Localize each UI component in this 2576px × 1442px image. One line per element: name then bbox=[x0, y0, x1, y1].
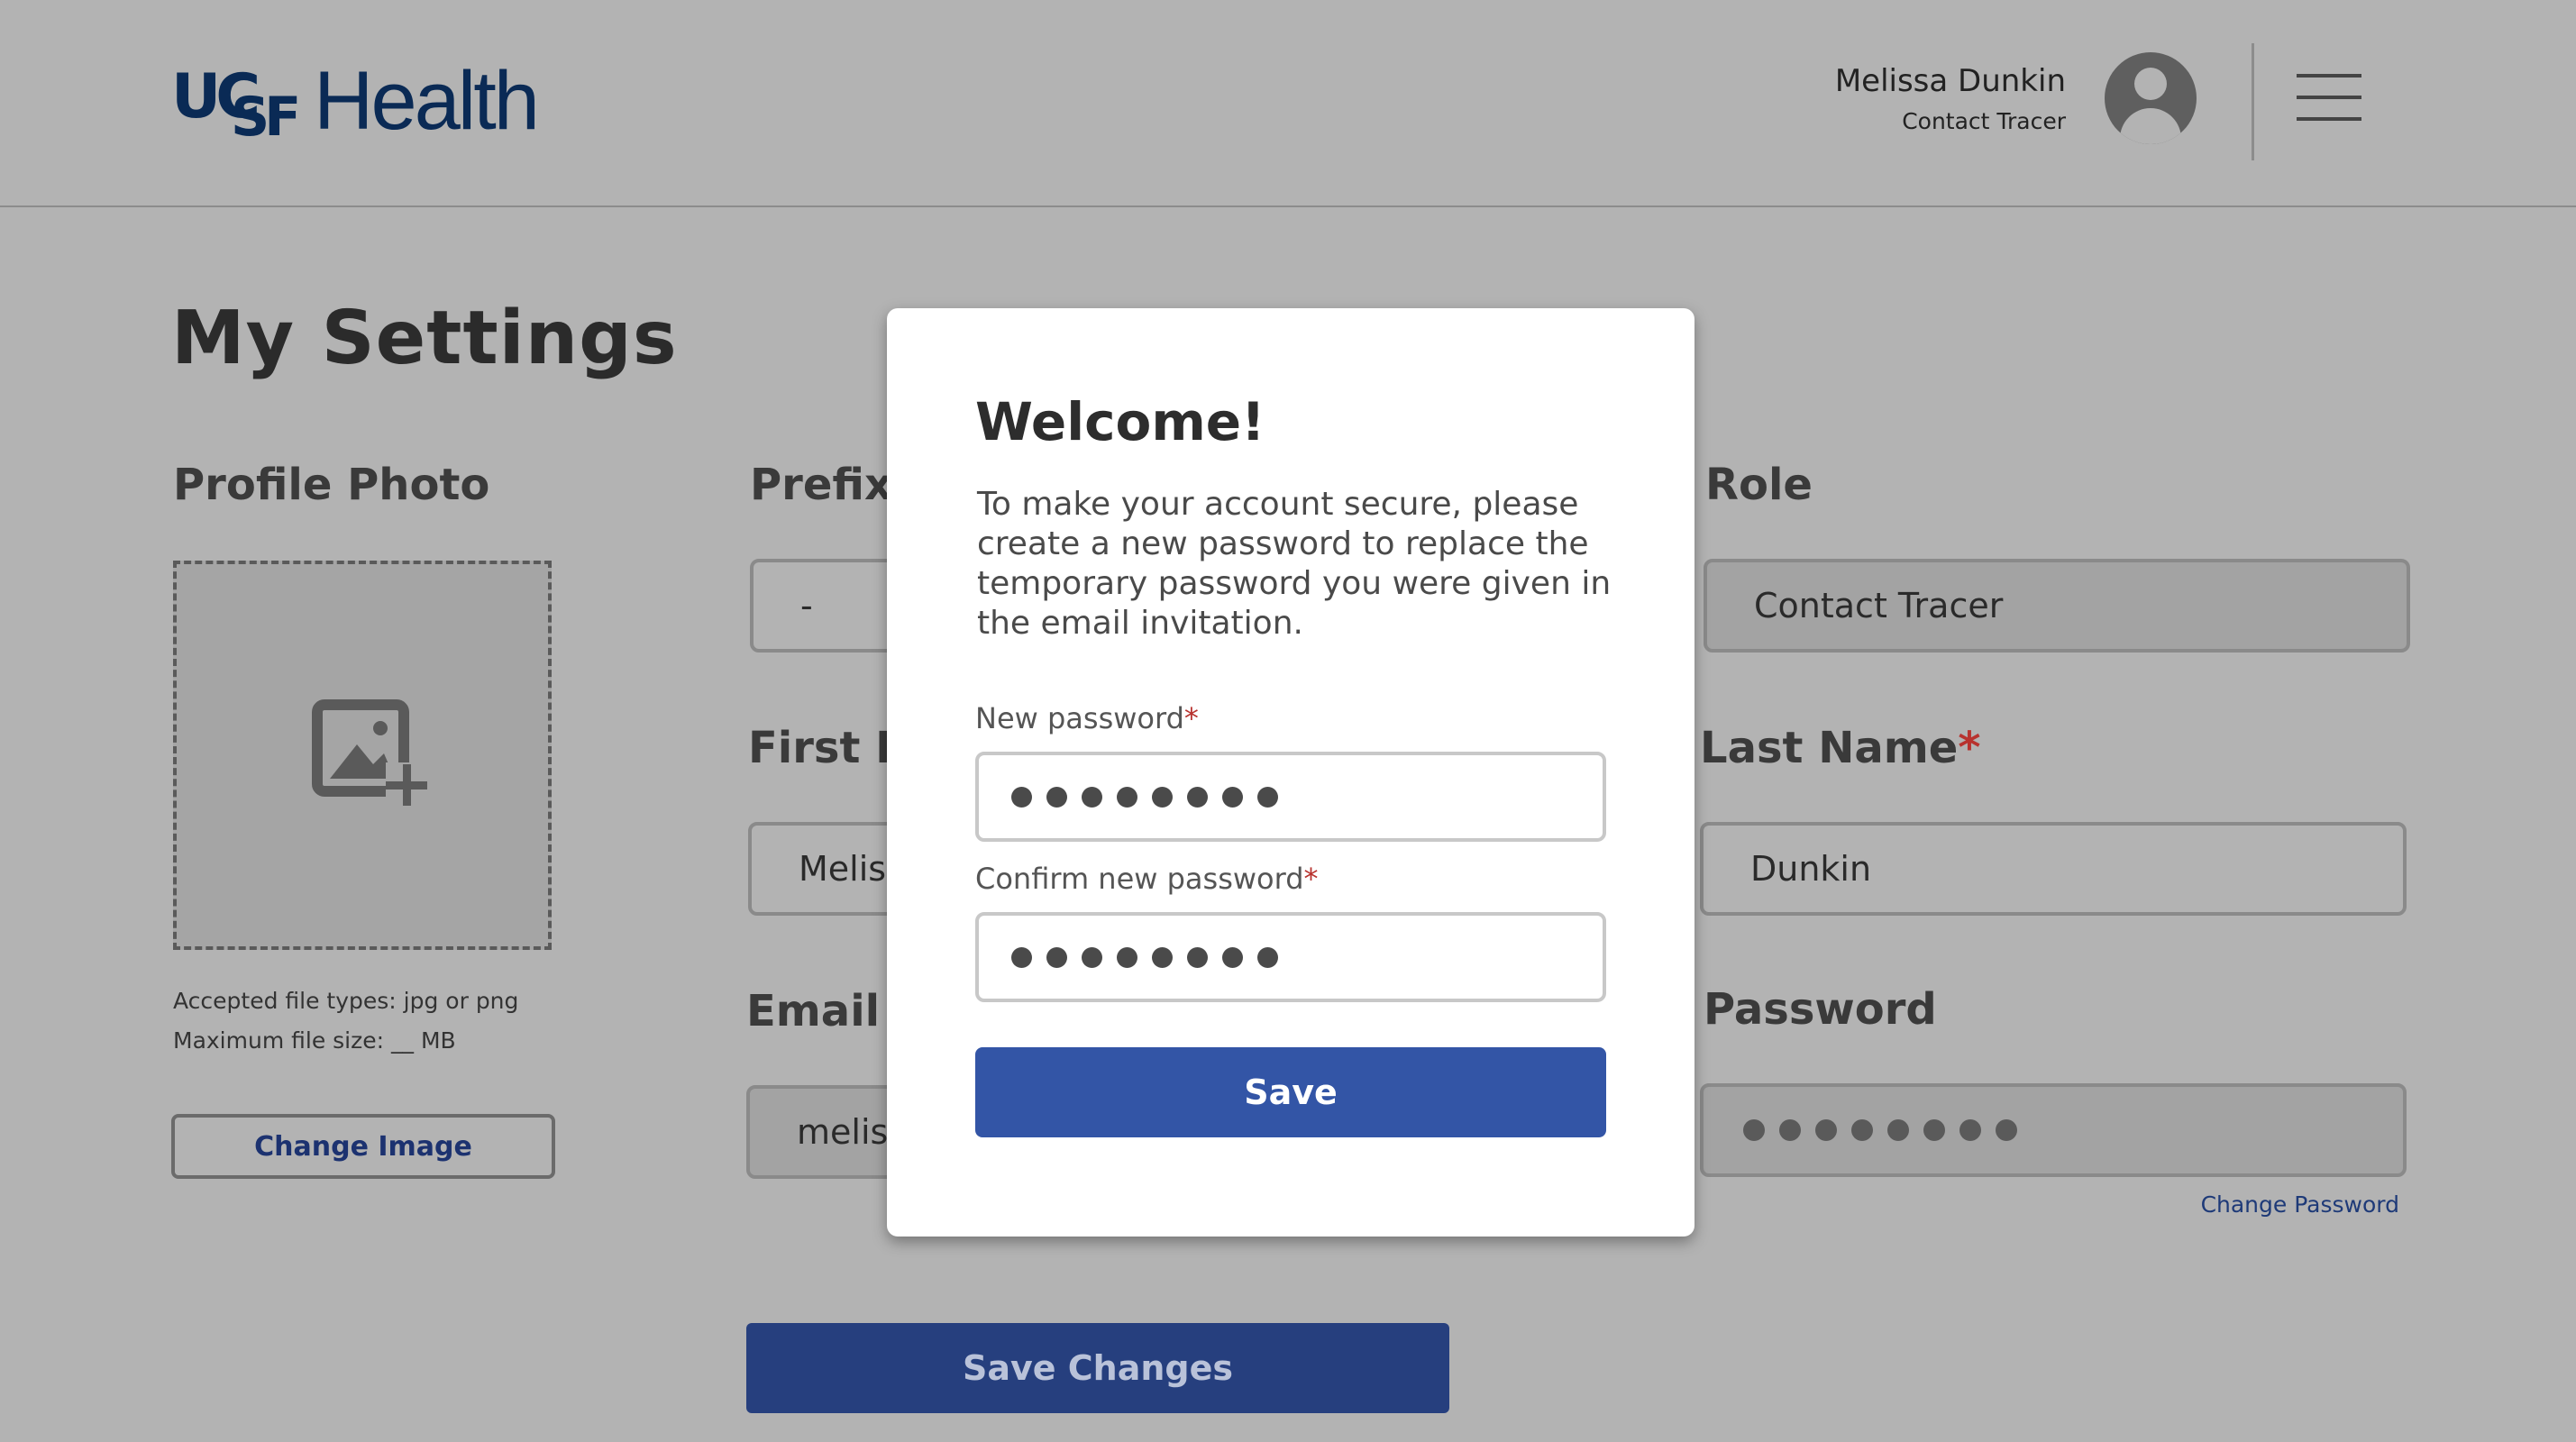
add-image-icon bbox=[312, 699, 427, 806]
new-password-label-text: New password bbox=[975, 701, 1184, 735]
role-input: Contact Tracer bbox=[1704, 559, 2410, 653]
password-dot bbox=[1887, 1119, 1909, 1141]
confirm-password-dots bbox=[1011, 946, 1278, 968]
accepted-file-types-text: Accepted file types: jpg or png bbox=[173, 988, 519, 1014]
logo-mark: UC SF bbox=[171, 61, 306, 149]
password-dot bbox=[1117, 946, 1137, 968]
password-dot bbox=[1959, 1119, 1981, 1141]
welcome-modal: Welcome! To make your account secure, pl… bbox=[887, 308, 1694, 1237]
modal-body-text: To make your account secure, please crea… bbox=[977, 486, 1612, 642]
role-label: Role bbox=[1705, 460, 1813, 510]
change-image-button[interactable]: Change Image bbox=[171, 1114, 555, 1179]
password-dot bbox=[1222, 786, 1243, 808]
password-dots bbox=[1743, 1119, 2017, 1141]
header-divider bbox=[2252, 43, 2254, 160]
password-dot bbox=[1779, 1119, 1801, 1141]
last-name-value: Dunkin bbox=[1750, 849, 1872, 889]
new-password-dots bbox=[1011, 786, 1278, 808]
last-name-label-text: Last Name bbox=[1700, 723, 1959, 773]
max-file-size-text: Maximum file size: __ MB bbox=[173, 1027, 456, 1054]
user-name: Melissa Dunkin bbox=[1834, 63, 2066, 99]
last-name-label: Last Name* bbox=[1700, 723, 1980, 773]
password-dot bbox=[1187, 786, 1208, 808]
password-dot bbox=[1815, 1119, 1837, 1141]
logo-health-text: Health bbox=[314, 55, 540, 147]
password-dot bbox=[1257, 946, 1278, 968]
profile-photo-dropzone[interactable] bbox=[173, 561, 552, 950]
required-mark: * bbox=[1958, 723, 1981, 773]
password-dot bbox=[1923, 1119, 1945, 1141]
modal-title: Welcome! bbox=[975, 391, 1265, 452]
password-label: Password bbox=[1704, 984, 1937, 1035]
password-dot bbox=[1082, 786, 1102, 808]
last-name-input[interactable]: Dunkin bbox=[1700, 822, 2407, 916]
menu-line bbox=[2297, 74, 2361, 78]
email-label: Email bbox=[746, 986, 881, 1036]
user-role: Contact Tracer bbox=[1902, 108, 2066, 134]
hamburger-menu-icon[interactable] bbox=[2297, 70, 2361, 124]
confirm-password-label-text: Confirm new password bbox=[975, 862, 1304, 896]
password-dot bbox=[1082, 946, 1102, 968]
save-password-button[interactable]: Save bbox=[975, 1047, 1606, 1137]
menu-line bbox=[2297, 117, 2361, 121]
password-dot bbox=[1222, 946, 1243, 968]
logo-sf-text: SF bbox=[231, 86, 301, 149]
password-input bbox=[1700, 1083, 2407, 1177]
confirm-password-input[interactable] bbox=[975, 912, 1606, 1002]
password-dot bbox=[1011, 786, 1032, 808]
page-title: My Settings bbox=[171, 296, 678, 381]
password-dot bbox=[1152, 946, 1173, 968]
new-password-input[interactable] bbox=[975, 752, 1606, 842]
ucsf-health-logo[interactable]: UC SF Health bbox=[171, 52, 540, 149]
avatar-head bbox=[2134, 68, 2167, 100]
required-mark: * bbox=[1183, 701, 1199, 735]
user-avatar-icon[interactable] bbox=[2105, 52, 2197, 144]
profile-photo-label: Profile Photo bbox=[173, 460, 490, 510]
prefix-label: Prefix bbox=[750, 460, 892, 510]
password-dot bbox=[1996, 1119, 2017, 1141]
prefix-value: - bbox=[800, 586, 813, 625]
password-dot bbox=[1117, 786, 1137, 808]
avatar-body bbox=[2120, 108, 2181, 144]
password-dot bbox=[1046, 786, 1067, 808]
change-password-link[interactable]: Change Password bbox=[2201, 1191, 2399, 1218]
password-dot bbox=[1743, 1119, 1765, 1141]
password-dot bbox=[1187, 946, 1208, 968]
required-mark: * bbox=[1303, 862, 1319, 896]
password-dot bbox=[1011, 946, 1032, 968]
password-dot bbox=[1851, 1119, 1873, 1141]
confirm-password-label: Confirm new password* bbox=[975, 862, 1319, 896]
app-header: UC SF Health Melissa Dunkin Contact Trac… bbox=[0, 0, 2576, 207]
new-password-label: New password* bbox=[975, 701, 1199, 735]
password-dot bbox=[1257, 786, 1278, 808]
password-dot bbox=[1152, 786, 1173, 808]
role-value: Contact Tracer bbox=[1754, 586, 2004, 625]
save-changes-button[interactable]: Save Changes bbox=[746, 1323, 1449, 1413]
menu-line bbox=[2297, 96, 2361, 99]
password-dot bbox=[1046, 946, 1067, 968]
